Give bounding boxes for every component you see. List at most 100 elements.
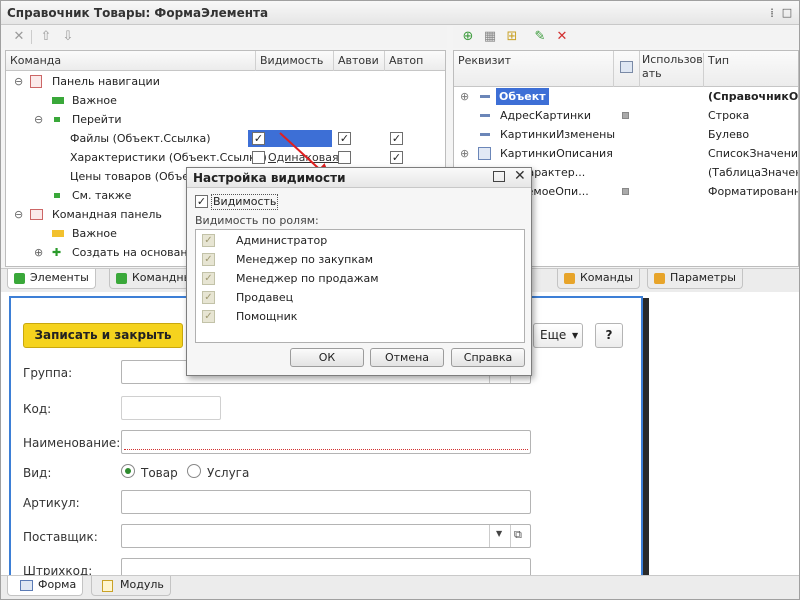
tab-parameters[interactable]: Параметры <box>647 269 743 289</box>
role-checkbox[interactable]: ✓ <box>202 291 215 304</box>
role-checkbox[interactable]: ✓ <box>202 310 215 323</box>
kind-radio-goods[interactable] <box>121 464 135 478</box>
role-item[interactable]: ✓ Менеджер по закупкам <box>202 250 502 269</box>
delete-icon[interactable]: ✕ <box>10 28 28 46</box>
tree-row[interactable]: Важное <box>6 91 445 110</box>
move-down-icon[interactable]: ⇩ <box>59 28 77 46</box>
role-label: Помощник <box>236 310 298 323</box>
expand-icon[interactable]: ⊕ <box>460 144 469 163</box>
role-checkbox[interactable]: ✓ <box>202 253 215 266</box>
left-toolbar: ✕ ⇧ ⇩ <box>1 26 447 48</box>
delete-icon[interactable]: ✕ <box>553 28 571 46</box>
tab-elements[interactable]: Элементы <box>7 269 96 289</box>
tab-label: Командный <box>132 271 188 284</box>
menu-icon[interactable]: ⁞ <box>764 5 780 21</box>
tree-row-label: Создать на основании <box>72 246 202 259</box>
add-nested-icon[interactable]: ⊞ <box>503 28 521 46</box>
add-attribute-icon[interactable]: ⊕ <box>459 28 477 46</box>
help-dialog-button[interactable]: Справка <box>451 348 525 367</box>
tree-row-label: Цены товаров (Объект <box>70 170 203 183</box>
tree-row-label: Важное <box>72 227 117 240</box>
autoposition-checkbox[interactable]: ✓ <box>390 151 403 164</box>
edit-pencil-icon[interactable]: ✎ <box>531 28 549 46</box>
attribute-row[interactable]: ⊕ Объект (СправочникОб <box>454 87 798 106</box>
maximize-icon[interactable]: □ <box>779 5 795 21</box>
save-and-close-button[interactable]: Записать и закрыть <box>23 323 183 348</box>
dialog-close-icon[interactable]: ✕ <box>514 168 526 184</box>
attribute-row[interactable]: ⊕ КартинкиОписания СписокЗначений <box>454 144 799 163</box>
collapse-icon[interactable]: ⊖ <box>14 72 23 91</box>
attribute-type: Булево <box>708 128 750 141</box>
window-title: Справочник Товары: ФормаЭлемента <box>7 6 269 20</box>
tab-module[interactable]: Модуль <box>91 576 171 596</box>
visibility-checkbox[interactable]: ✓ <box>252 132 265 145</box>
toolbar-divider <box>31 30 32 44</box>
tab-form[interactable]: Форма <box>7 576 84 596</box>
autoposition-checkbox[interactable]: ✓ <box>390 132 403 145</box>
ok-button[interactable]: ОК <box>290 348 364 367</box>
chevron-down-icon: ▼ <box>572 331 579 340</box>
attribute-name: КартинкиИзменены <box>500 128 616 141</box>
roles-list[interactable]: ✓ Администратор ✓ Менеджер по закупкам ✓… <box>195 229 525 343</box>
attribute-row[interactable]: АдресКартинки Строка <box>454 106 798 125</box>
green-bar-icon <box>52 97 64 104</box>
tree-row[interactable]: ⊖ Панель навигации <box>6 72 445 91</box>
tab-commands[interactable]: Команды <box>557 269 641 289</box>
tab-label: Модуль <box>120 578 164 591</box>
col-use[interactable]: Использовать <box>640 53 704 87</box>
add-column-icon[interactable]: ▦ <box>481 28 499 46</box>
collapse-icon[interactable]: ⊖ <box>34 110 43 129</box>
article-field[interactable] <box>121 490 531 514</box>
tab-label: Команды <box>580 271 634 284</box>
kind-option-goods[interactable]: Товар <box>141 466 178 480</box>
cancel-button[interactable]: Отмена <box>370 348 444 367</box>
attribute-type: СписокЗначений <box>708 147 799 160</box>
move-up-icon[interactable]: ⇧ <box>37 28 55 46</box>
tab-command-interface[interactable]: Командный <box>109 269 189 289</box>
name-field[interactable] <box>121 430 531 454</box>
role-item[interactable]: ✓ Менеджер по продажам <box>202 269 502 288</box>
field-divider <box>510 525 511 547</box>
kind-option-service[interactable]: Услуга <box>207 466 249 480</box>
kind-radio-service[interactable] <box>187 464 201 478</box>
col-autovisible[interactable]: Автови <box>334 51 385 71</box>
attribute-row[interactable]: КартинкиИзменены Булево <box>454 125 798 144</box>
article-label: Артикул: <box>23 496 80 510</box>
required-underline <box>124 449 528 450</box>
role-checkbox[interactable]: ✓ <box>202 272 215 285</box>
open-icon[interactable]: ⧉ <box>514 528 522 542</box>
col-autoposition[interactable]: Автоп <box>385 51 445 71</box>
collapse-icon[interactable]: ⊖ <box>14 205 23 224</box>
supplier-field[interactable]: ▼ ⧉ <box>121 524 531 548</box>
help-button[interactable]: ? <box>595 323 623 348</box>
role-item[interactable]: ✓ Продавец <box>202 288 502 307</box>
expand-icon[interactable]: ⊕ <box>460 87 469 106</box>
tree-row-label: См. также <box>72 189 132 202</box>
expand-icon[interactable]: ⊕ <box>34 243 43 262</box>
name-label: Наименование: <box>23 436 121 450</box>
visibility-checkbox[interactable] <box>252 151 265 164</box>
tree-row[interactable]: Характеристики (Объект.Ссылка) Одинакова… <box>6 148 445 167</box>
tree-row-label: П <box>52 262 60 266</box>
visibility-checkbox[interactable]: ✓ <box>195 195 208 208</box>
more-button[interactable]: Еще ▼ <box>533 323 583 348</box>
col-command[interactable]: Команда <box>6 51 256 71</box>
role-item[interactable]: ✓ Администратор <box>202 231 502 250</box>
commands-icon <box>564 273 575 284</box>
tree-row[interactable]: Файлы (Объект.Ссылка) ✓ ✓ ✓ <box>6 129 445 148</box>
col-type[interactable]: Тип <box>704 51 798 87</box>
table-icon <box>478 147 491 160</box>
role-item[interactable]: ✓ Помощник <box>202 307 502 326</box>
dropdown-icon[interactable]: ▼ <box>496 529 502 538</box>
code-field[interactable] <box>121 396 221 420</box>
tab-label: Элементы <box>30 271 89 284</box>
role-label: Администратор <box>236 234 328 247</box>
col-visibility[interactable]: Видимость <box>256 51 334 71</box>
role-checkbox[interactable]: ✓ <box>202 234 215 247</box>
attribute-name: АдресКартинки <box>500 109 592 122</box>
col-attribute[interactable]: Реквизит <box>454 51 614 87</box>
tab-label: Параметры <box>670 271 736 284</box>
dialog-maximize-icon[interactable] <box>493 171 505 182</box>
tree-row[interactable]: ⊖ Перейти <box>6 110 445 129</box>
tree-row-label: Важное <box>72 94 117 107</box>
